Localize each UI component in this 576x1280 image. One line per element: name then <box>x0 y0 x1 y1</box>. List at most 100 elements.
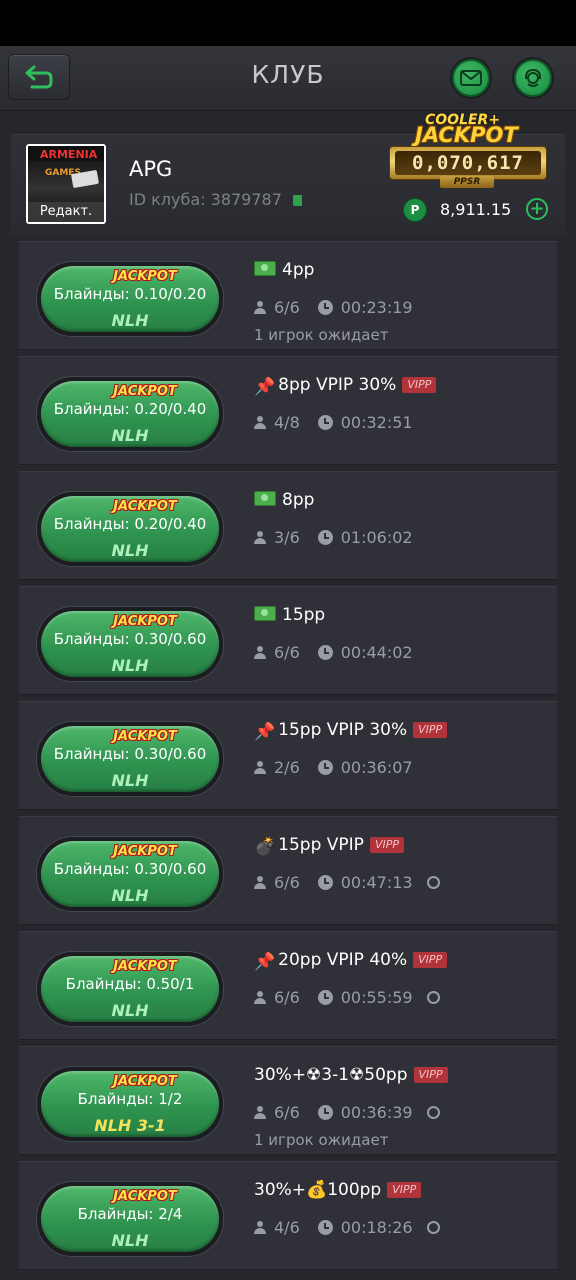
table-row[interactable]: Блайнды: 2/4 NLH JACKPOT 30%+💰100pp VIPP 4/6 0… <box>19 1161 557 1270</box>
table-row[interactable]: Блайнды: 0.30/0.60 NLH JACKPOT 15pp 6/6 00:44… <box>19 586 557 695</box>
table-time: 00:44:02 <box>340 643 413 662</box>
cash-icon <box>254 606 276 621</box>
jackpot-counter-value: 0,070,617 <box>395 151 541 175</box>
add-balance-button[interactable]: + <box>526 198 548 220</box>
table-time: 01:06:02 <box>340 528 413 547</box>
table-name: 📌 20pp VPIP 40% VIPP <box>254 950 448 972</box>
player-icon <box>254 876 266 889</box>
table-row[interactable]: Блайнды: 0.30/0.60 NLH JACKPOT 📌 15pp VPIP 3… <box>19 701 557 810</box>
table-stats: 4/8 00:32:51 <box>254 413 413 432</box>
table-row[interactable]: Блайнды: 1/2 NLH 3-1 JACKPOT 30%+☢3-1☢50pp V… <box>19 1046 557 1155</box>
player-count: 4/8 <box>274 413 300 432</box>
blinds-label: Блайнды: 0.10/0.20 <box>53 285 207 303</box>
player-icon <box>254 416 266 429</box>
table-row[interactable]: Блайнды: 0.20/0.40 NLH JACKPOT 8pp 3/6 01:06:… <box>19 471 557 580</box>
table-icon: 📌 <box>254 952 276 972</box>
jackpot-badge: JACKPOT <box>113 1189 177 1204</box>
player-count: 6/6 <box>274 873 300 892</box>
blinds-pill[interactable]: Блайнды: 2/4 NLH JACKPOT <box>36 1181 224 1257</box>
logo-text-armenia: ARMENIA <box>40 148 98 161</box>
clock-icon <box>317 1220 333 1235</box>
table-name-text: 8pp <box>282 490 315 510</box>
table-row[interactable]: Блайнды: 0.50/1 NLH JACKPOT 📌 20pp VPIP 40% V… <box>19 931 557 1040</box>
game-type-label: NLH <box>111 1231 149 1250</box>
jackpot-badge: JACKPOT <box>113 499 177 514</box>
jackpot-display[interactable]: COOLER+ JACKPOT 0,070,617 PPSR <box>389 110 547 192</box>
table-name: 15pp <box>254 605 325 625</box>
game-type-label: NLH 3-1 <box>94 1116 166 1135</box>
blinds-pill[interactable]: Блайнды: 0.50/1 NLH JACKPOT <box>36 951 224 1027</box>
player-count: 2/6 <box>274 758 300 777</box>
table-name-text: 15pp VPIP 30% <box>278 720 408 740</box>
table-row[interactable]: Блайнды: 0.30/0.60 NLH JACKPOT 💣 15pp VPIP VI… <box>19 816 557 925</box>
clock-icon <box>317 415 333 430</box>
table-stats: 6/6 00:36:39 <box>254 1103 440 1122</box>
table-name: 💣 15pp VPIP VIPP <box>254 835 404 857</box>
mail-button[interactable] <box>452 59 490 97</box>
club-header: ARMENIA GAMES Редакт. APG ID клуба: 3879… <box>11 112 565 235</box>
blinds-label: Блайнды: 0.50/1 <box>65 975 195 993</box>
timer-icon <box>426 1106 440 1119</box>
table-name: 30%+💰100pp VIPP <box>254 1180 422 1200</box>
table-icon: 💣 <box>254 837 276 857</box>
table-name-text: 30%+💰100pp <box>254 1180 382 1200</box>
vpip-badge: VIPP <box>369 837 404 853</box>
club-id-label: ID клуба: <box>129 190 206 209</box>
table-stats: 6/6 00:55:59 <box>254 988 440 1007</box>
waiting-players: 1 игрок ожидает <box>254 326 389 344</box>
table-name-text: 15pp VPIP <box>278 835 364 855</box>
club-logo[interactable]: ARMENIA GAMES Редакт. <box>26 144 106 224</box>
table-row[interactable]: Блайнды: 0.10/0.20 NLH JACKPOT 4pp 6/6 00:23:… <box>19 241 557 350</box>
blinds-pill[interactable]: Блайнды: 0.30/0.60 NLH JACKPOT <box>36 836 224 912</box>
blinds-pill[interactable]: Блайнды: 0.30/0.60 NLH JACKPOT <box>36 721 224 797</box>
blinds-pill[interactable]: Блайнды: 0.30/0.60 NLH JACKPOT <box>36 606 224 682</box>
clock-icon <box>317 300 333 315</box>
table-row[interactable]: Блайнды: 0.20/0.40 NLH JACKPOT 📌 8pp VPIP 30… <box>19 356 557 465</box>
blinds-pill[interactable]: Блайнды: 0.10/0.20 NLH JACKPOT <box>36 261 224 337</box>
blinds-label: Блайнды: 0.20/0.40 <box>53 400 207 418</box>
club-name: APG <box>129 157 173 181</box>
table-time: 00:55:59 <box>340 988 413 1007</box>
player-icon <box>254 646 266 659</box>
cash-icon <box>254 261 276 276</box>
blinds-label: Блайнды: 0.20/0.40 <box>53 515 207 533</box>
mail-icon <box>460 70 482 86</box>
table-stats: 4/6 00:18:26 <box>254 1218 440 1237</box>
player-count: 6/6 <box>274 643 300 662</box>
edit-logo-label[interactable]: Редакт. <box>28 202 104 222</box>
table-name-text: 15pp <box>282 605 326 625</box>
vpip-badge: VIPP <box>387 1182 422 1198</box>
table-time: 00:23:19 <box>340 298 413 317</box>
table-name-text: 30%+☢3-1☢50pp <box>254 1065 408 1085</box>
clock-icon <box>317 990 333 1005</box>
blinds-pill[interactable]: Блайнды: 1/2 NLH 3-1 JACKPOT <box>36 1066 224 1142</box>
blinds-label: Блайнды: 0.30/0.60 <box>53 745 207 763</box>
table-stats: 3/6 01:06:02 <box>254 528 413 547</box>
clock-icon <box>317 645 333 660</box>
jackpot-badge: JACKPOT <box>113 844 177 859</box>
jackpot-brand: PPSR <box>440 176 494 188</box>
table-name: 📌 8pp VPIP 30% VIPP <box>254 375 437 397</box>
blinds-pill[interactable]: Блайнды: 0.20/0.40 NLH JACKPOT <box>36 376 224 452</box>
clock-icon <box>317 530 333 545</box>
jackpot-badge: JACKPOT <box>113 384 177 399</box>
jackpot-badge: JACKPOT <box>113 959 177 974</box>
coin-icon: P <box>403 198 427 222</box>
timer-icon <box>426 991 440 1004</box>
player-count: 6/6 <box>274 1103 300 1122</box>
game-type-label: NLH <box>111 886 149 905</box>
table-icon: 📌 <box>254 722 276 742</box>
top-bar: КЛУБ <box>0 46 576 111</box>
support-button[interactable] <box>514 59 552 97</box>
jackpot-title: JACKPOT <box>415 123 518 147</box>
player-icon <box>254 991 266 1004</box>
timer-icon <box>426 1221 440 1234</box>
logo-cards-graphic <box>70 169 100 189</box>
jackpot-badge: JACKPOT <box>113 1074 177 1089</box>
blinds-pill[interactable]: Блайнды: 0.20/0.40 NLH JACKPOT <box>36 491 224 567</box>
clock-icon <box>317 875 333 890</box>
game-type-label: NLH <box>111 1001 149 1020</box>
copy-icon[interactable] <box>293 195 302 206</box>
club-id: ID клуба: 3879787 <box>129 190 302 209</box>
jackpot-badge: JACKPOT <box>113 269 177 284</box>
